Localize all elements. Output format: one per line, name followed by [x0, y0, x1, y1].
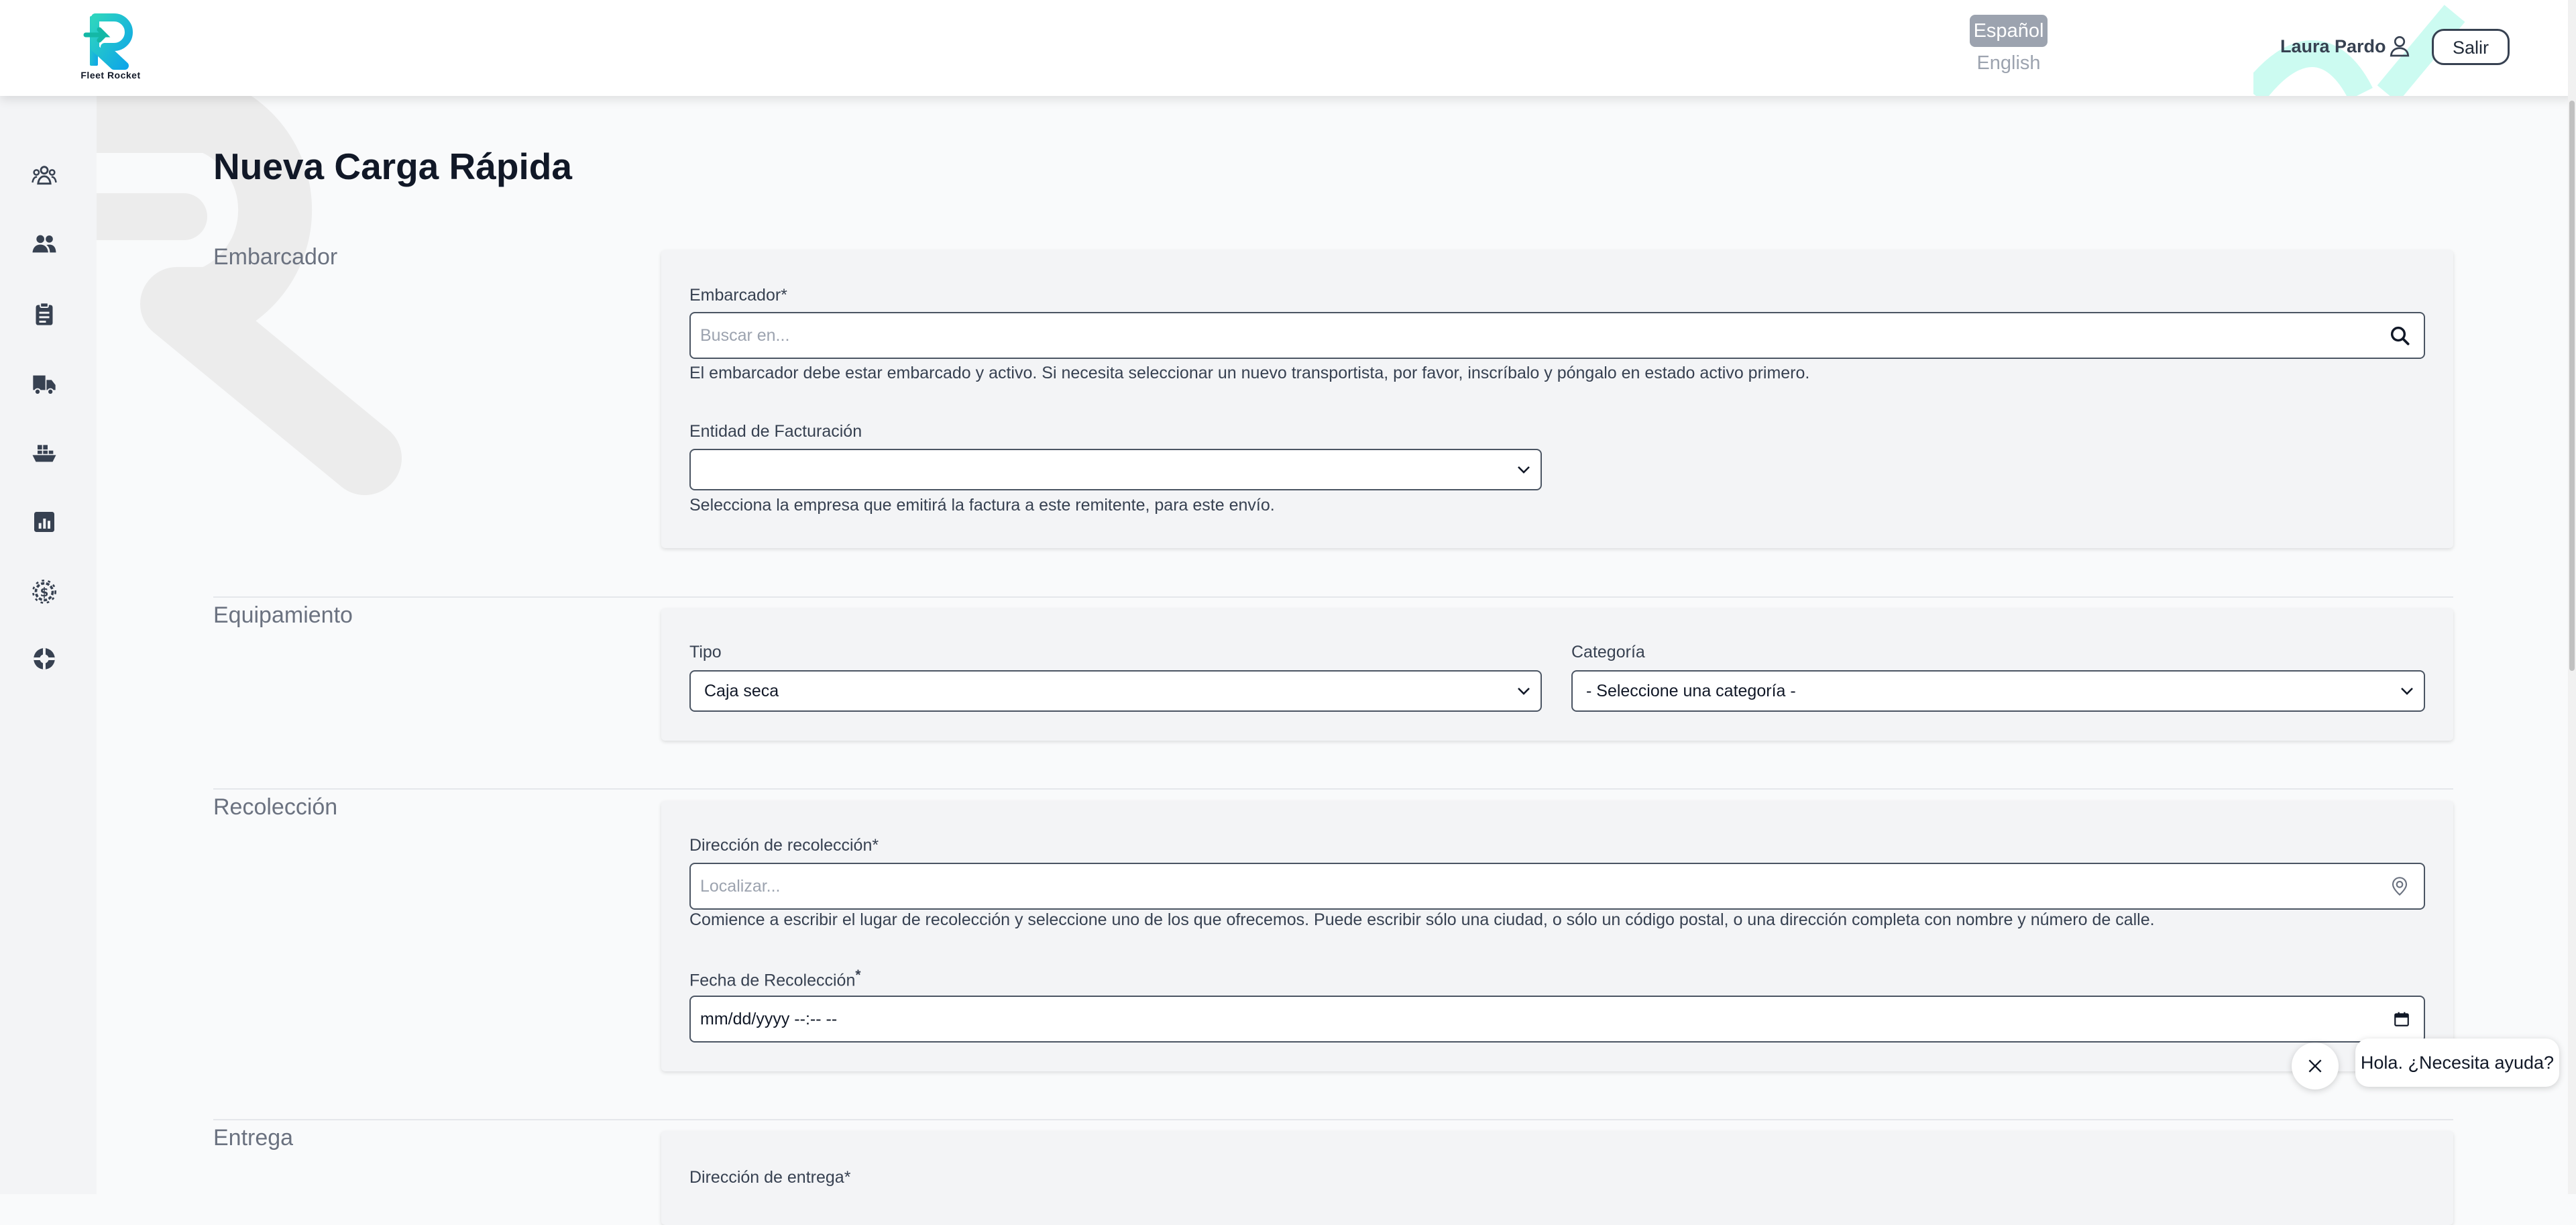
user-icon[interactable] — [2388, 34, 2412, 58]
pickup-date-input[interactable]: mm/dd/yyyy --:-- -- — [689, 996, 2425, 1043]
sidebar: $ — [0, 96, 97, 1194]
section-equipamiento: Equipamiento — [213, 602, 353, 628]
svg-text:$: $ — [40, 586, 49, 600]
sidebar-item-reports[interactable] — [20, 498, 68, 546]
section-divider — [213, 1119, 2453, 1120]
search-icon[interactable] — [2389, 325, 2410, 346]
embarcador-placeholder: Buscar en... — [700, 325, 790, 345]
embarcador-search-input[interactable]: Buscar en... — [689, 312, 2425, 359]
section-divider — [213, 788, 2453, 790]
pickup-address-label: Dirección de recolección* — [689, 836, 879, 855]
sidebar-item-support[interactable] — [20, 635, 68, 683]
location-pin-icon[interactable] — [2389, 875, 2410, 897]
category-select[interactable]: - Seleccione una categoría - — [1571, 670, 2425, 712]
pickup-address-placeholder: Localizar... — [700, 876, 781, 896]
chat-bubble[interactable]: Hola. ¿Necesita ayuda? — [2355, 1038, 2559, 1087]
language-espanol[interactable]: Español — [1970, 15, 2048, 47]
logout-button[interactable]: Salir — [2432, 29, 2510, 65]
sidebar-item-users[interactable] — [20, 219, 68, 268]
scrollbar-thumb[interactable] — [2569, 101, 2575, 671]
page-title: Nueva Carga Rápida — [213, 146, 572, 187]
calendar-icon[interactable] — [2393, 1010, 2410, 1028]
chart-icon — [34, 512, 54, 532]
embarcador-label: Embarcador* — [689, 286, 787, 305]
pickup-date-value: mm/dd/yyyy --:-- -- — [700, 1009, 838, 1028]
sidebar-item-shipping[interactable] — [20, 429, 68, 477]
required-marker: * — [855, 967, 861, 983]
user-name[interactable]: Laura Pardo — [2280, 36, 2386, 57]
type-label: Tipo — [689, 643, 722, 661]
chevron-down-icon — [2401, 688, 2413, 695]
close-icon — [2308, 1059, 2322, 1073]
support-icon — [34, 648, 55, 670]
sidebar-item-trucks[interactable] — [20, 360, 68, 409]
users-icon — [32, 235, 56, 253]
brand-name: Fleet Rocket — [80, 70, 141, 81]
delivery-address-label: Dirección de entrega* — [689, 1168, 851, 1187]
top-header: Fleet Rocket Español English Laura Pardo… — [0, 0, 2576, 96]
category-value: - Seleccione una categoría - — [1586, 681, 1796, 700]
pickup-date-label: Fecha de Recolección* — [689, 967, 860, 990]
embarcador-help-text: El embarcador debe estar embarcado y act… — [689, 364, 1810, 382]
chevron-down-icon — [1518, 466, 1530, 474]
type-select[interactable]: Caja seca — [689, 670, 1542, 712]
section-divider — [213, 596, 2453, 598]
embarcador-card: Embarcador* Buscar en... El embarcador d… — [661, 250, 2453, 548]
chevron-down-icon — [1518, 688, 1530, 695]
pickup-address-help-text: Comience a escribir el lugar de recolecc… — [689, 910, 2155, 929]
equipamiento-card: Tipo Caja seca Categoría - Seleccione un… — [661, 608, 2453, 741]
users-group-icon — [32, 166, 57, 185]
billing-entity-label: Entidad de Facturación — [689, 422, 862, 441]
chat-close-button[interactable] — [2292, 1043, 2339, 1089]
pickup-date-label-text: Fecha de Recolección — [689, 971, 856, 990]
sidebar-item-billing[interactable]: $ — [20, 568, 68, 616]
billing-entity-select[interactable] — [689, 449, 1542, 490]
pickup-address-input[interactable]: Localizar... — [689, 863, 2425, 910]
money-gear-icon: $ — [32, 580, 56, 604]
rocket-logo-icon — [83, 13, 133, 70]
recoleccion-card: Dirección de recolección* Localizar... C… — [661, 801, 2453, 1071]
section-recoleccion: Recolección — [213, 794, 338, 820]
fleet-rocket-logo[interactable]: Fleet Rocket — [75, 12, 146, 86]
section-entrega: Entrega — [213, 1125, 294, 1151]
truck-icon — [33, 375, 56, 395]
clipboard-icon — [36, 302, 53, 325]
language-english[interactable]: English — [1970, 52, 2048, 74]
ship-icon — [32, 445, 56, 462]
type-value: Caja seca — [704, 681, 779, 700]
section-embarcador: Embarcador — [213, 244, 338, 270]
entrega-card: Dirección de entrega* — [661, 1131, 2453, 1225]
sidebar-item-teams[interactable] — [20, 152, 68, 200]
sidebar-item-orders[interactable] — [20, 290, 68, 338]
billing-entity-help-text: Selecciona la empresa que emitirá la fac… — [689, 496, 1275, 515]
category-label: Categoría — [1571, 643, 1645, 661]
